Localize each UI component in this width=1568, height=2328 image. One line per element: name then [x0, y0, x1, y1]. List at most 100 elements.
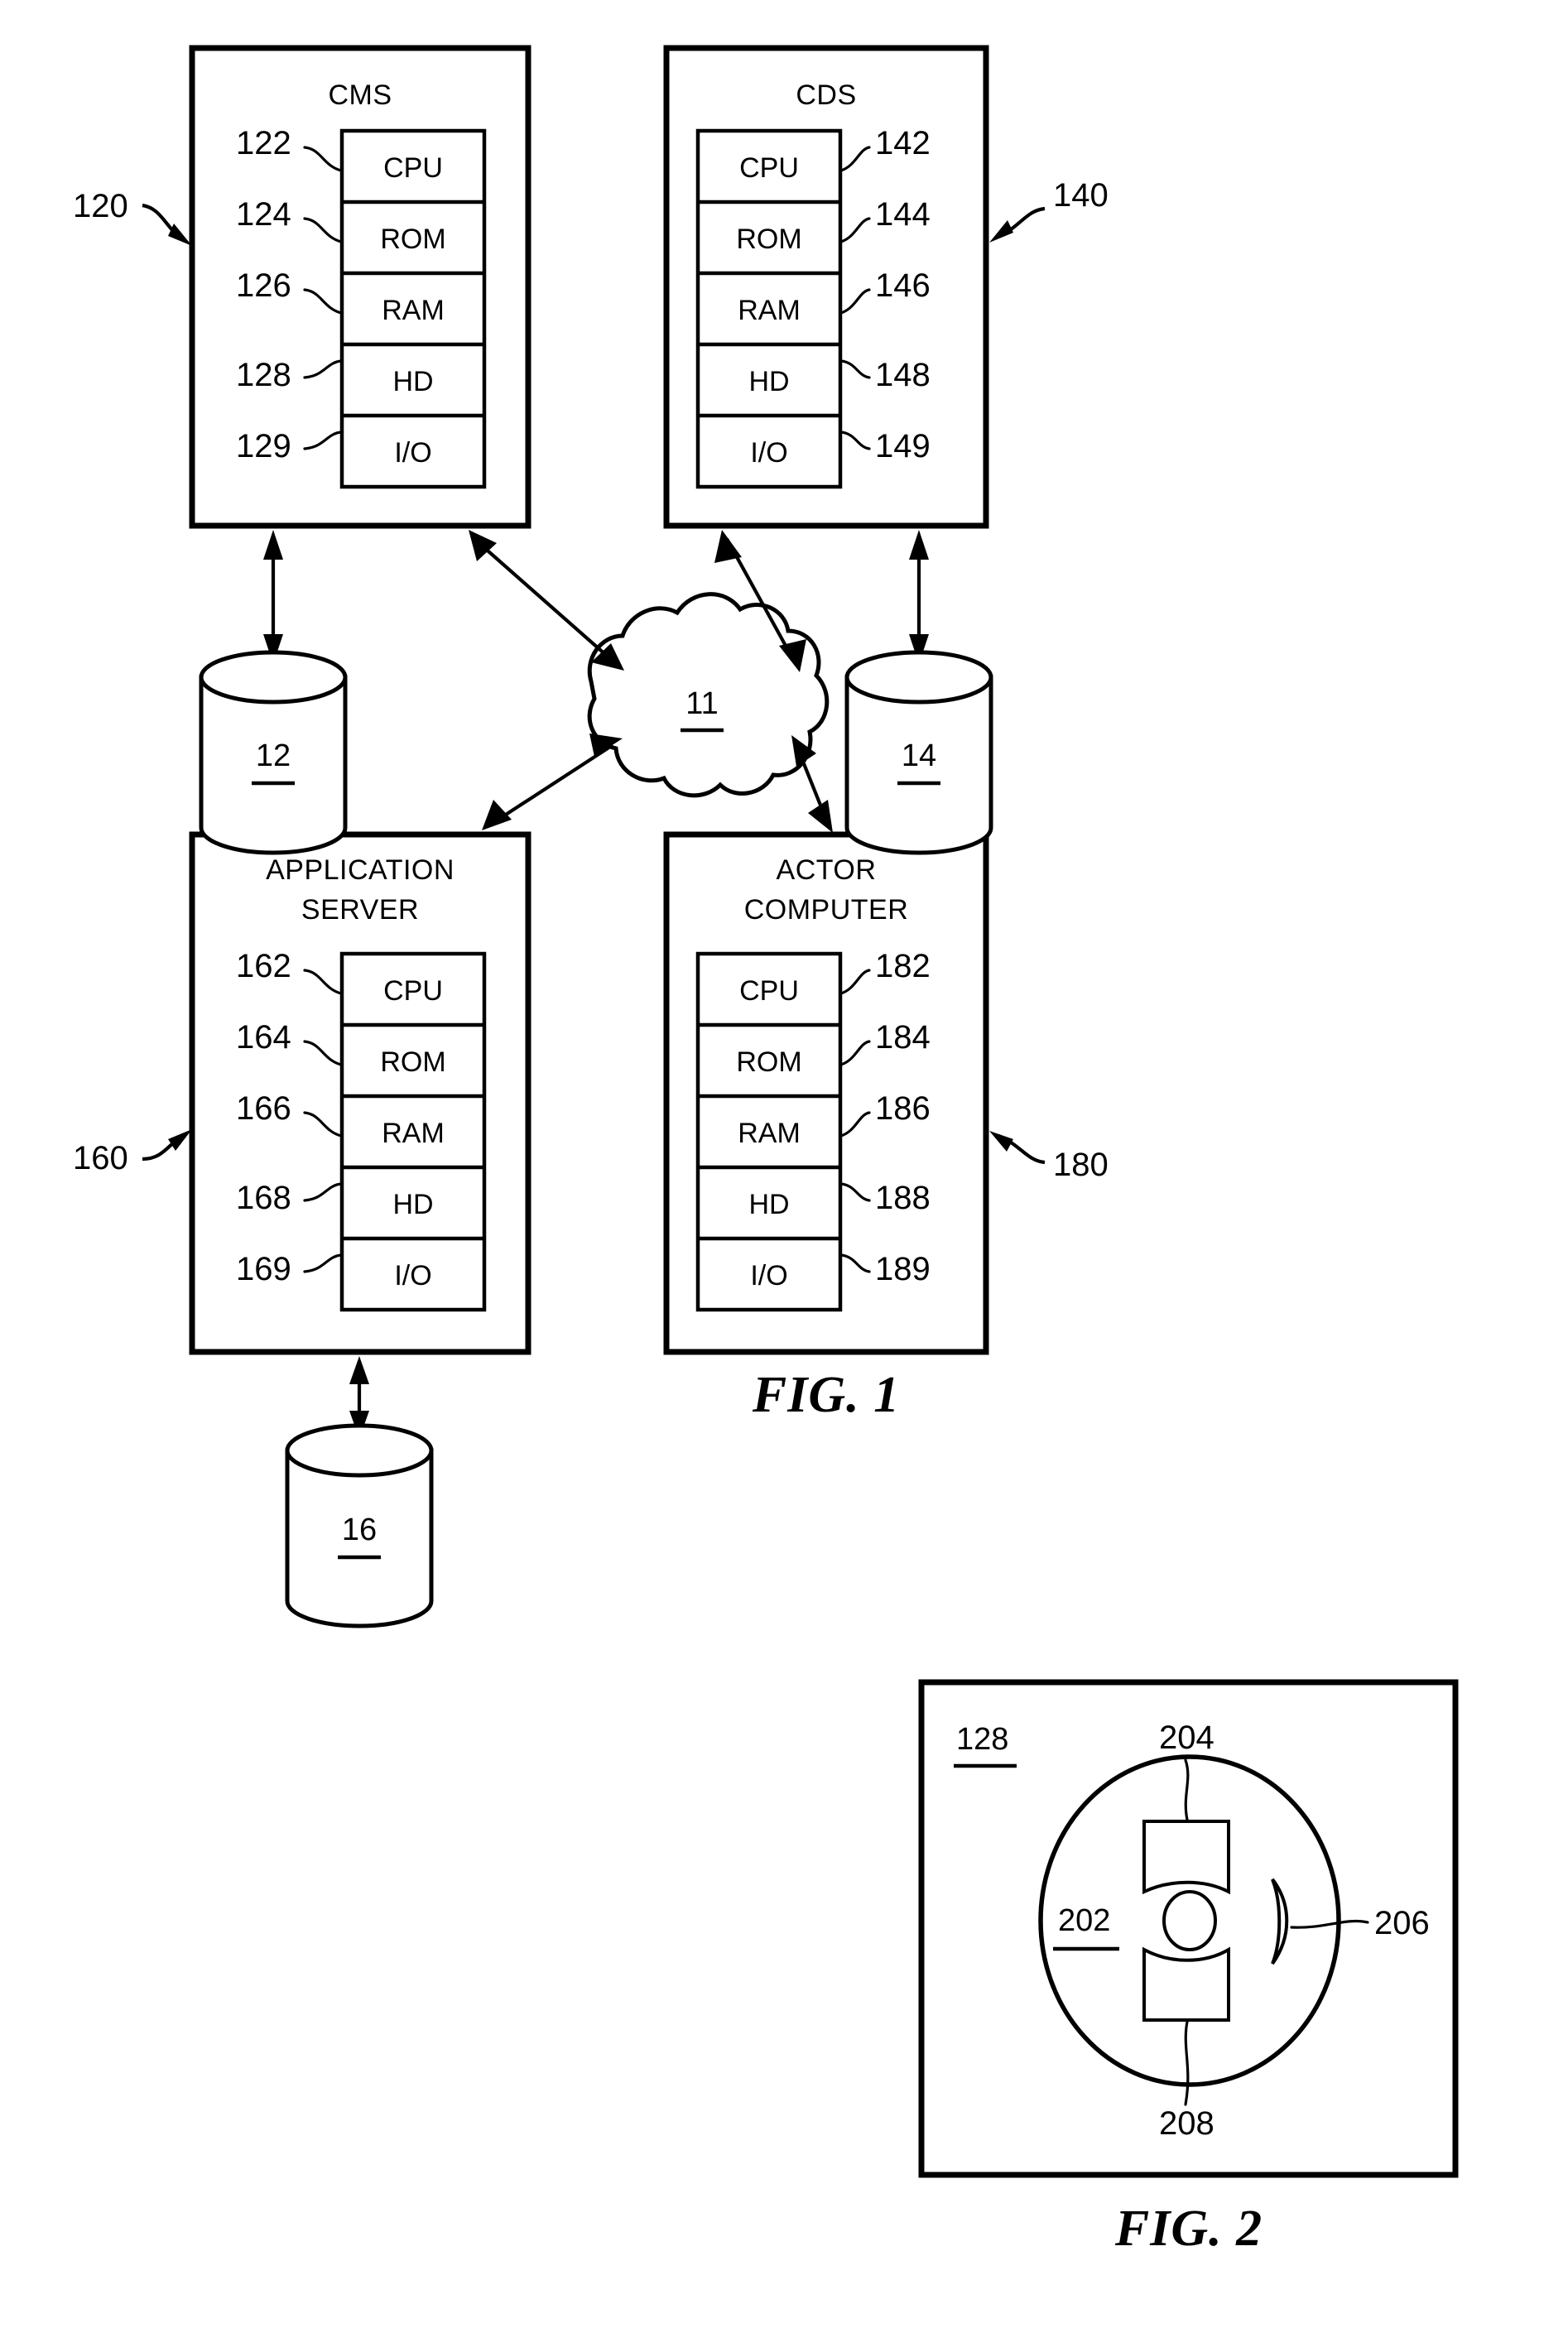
as-leader-169 — [303, 1253, 343, 1273]
cms-ref-120: 120 — [73, 188, 128, 224]
cms-ref-129: 129 — [236, 428, 291, 464]
cms-ref-128: 128 — [236, 357, 291, 393]
cms-leader-124 — [303, 217, 343, 243]
figure-2-caption: FIG. 2 — [1114, 2201, 1263, 2257]
cds-row-cpu-label: CPU — [739, 152, 799, 184]
ac-row-hd-label: HD — [748, 1189, 789, 1220]
ac-row-ram-label: RAM — [738, 1118, 801, 1149]
cms-row-ram-label: RAM — [382, 295, 445, 326]
actor-computer-title-line-2: COMPUTER — [744, 894, 909, 926]
cms-database-top — [199, 650, 348, 705]
ac-ref-182: 182 — [875, 948, 931, 984]
cds-row-io-label: I/O — [750, 437, 787, 469]
cms-row-rom-label: ROM — [380, 224, 445, 255]
as-database-link-arrow-up — [349, 1356, 369, 1384]
ac-ref-186: 186 — [875, 1090, 931, 1127]
cms-leader-128 — [303, 359, 343, 379]
as-row-ram-label: RAM — [382, 1118, 445, 1149]
cds-database-ref-14: 14 — [902, 738, 936, 773]
cds-ref-144: 144 — [875, 196, 931, 233]
disk-lower-sector[interactable] — [1142, 1946, 1230, 2022]
as-ref-164: 164 — [236, 1019, 291, 1056]
cms-leader-122 — [303, 146, 343, 172]
cms-title: CMS — [328, 79, 392, 111]
cds-leader-149 — [839, 430, 871, 450]
cds-database-link-arrow-up — [909, 530, 929, 560]
ac-leader-188 — [839, 1182, 871, 1202]
ac-leader-184 — [839, 1040, 871, 1066]
figure-2-enclosure-ref-128: 128 — [956, 1722, 1008, 1757]
ac-row-rom-label: ROM — [736, 1046, 801, 1078]
ac-leader-189 — [839, 1253, 871, 1273]
as-row-hd-label: HD — [392, 1189, 433, 1220]
connector-as-cloud — [490, 743, 614, 825]
cms-row-hd-label: HD — [392, 366, 433, 397]
cds-ref-140: 140 — [1053, 177, 1109, 214]
cms-leader-126 — [303, 288, 343, 315]
cds-title: CDS — [796, 79, 856, 111]
as-ref-168: 168 — [236, 1180, 291, 1216]
cds-ref-148: 148 — [875, 357, 931, 393]
cms-ref-126: 126 — [236, 267, 291, 304]
disk-read-write-head-ref-206: 206 — [1374, 1905, 1430, 1941]
disk-platter-ref-202: 202 — [1058, 1903, 1110, 1938]
cds-leader-146 — [839, 288, 871, 315]
as-leader-168 — [303, 1182, 343, 1202]
as-ref-169: 169 — [236, 1251, 291, 1287]
cds-ref-149: 149 — [875, 428, 931, 464]
application-server-database[interactable]: 16 — [285, 1356, 434, 1628]
cds-leader-140-arrowhead — [989, 220, 1013, 243]
as-row-rom-label: ROM — [380, 1046, 445, 1078]
cms-row-cpu-label: CPU — [383, 152, 443, 184]
as-ref-166: 166 — [236, 1090, 291, 1127]
disk-upper-sector[interactable] — [1142, 1820, 1230, 1895]
ac-ref-184: 184 — [875, 1019, 931, 1056]
application-server-title-line-1: APPLICATION — [266, 854, 455, 886]
cms-leader-129 — [303, 430, 343, 450]
connector-ac-cloud-arrowhead-down — [808, 800, 833, 833]
cms-database[interactable]: 12 — [199, 530, 348, 855]
block-actor-computer[interactable]: ACTOR COMPUTER CPU ROM RAM HD I/O 182 18… — [663, 831, 1109, 1355]
as-leader-160-arrowhead — [168, 1129, 192, 1151]
network-cloud[interactable]: 11 — [587, 592, 830, 798]
cds-leader-144 — [839, 217, 871, 243]
as-leader-162 — [303, 969, 343, 995]
ac-leader-186 — [839, 1111, 871, 1138]
cms-database-ref-12: 12 — [256, 738, 291, 773]
cds-outer-rect — [663, 45, 989, 529]
ac-leader-182 — [839, 969, 871, 995]
ac-row-io-label: I/O — [750, 1260, 787, 1291]
as-row-io-label: I/O — [394, 1260, 431, 1291]
cloud-ref-11: 11 — [685, 686, 718, 721]
connector-cds-cloud-arrowhead-up — [714, 530, 742, 563]
ac-ref-189: 189 — [875, 1251, 931, 1287]
cds-row-ram-label: RAM — [738, 295, 801, 326]
as-database-ref-16: 16 — [342, 1513, 377, 1547]
connector-as-cloud-arrowhead-down — [482, 800, 512, 830]
cds-database-top — [844, 650, 993, 705]
cms-ref-122: 122 — [236, 125, 291, 161]
actor-computer-title-line-1: ACTOR — [777, 854, 877, 886]
block-application-server[interactable]: APPLICATION SERVER CPU ROM RAM HD I/O 16… — [73, 831, 531, 1355]
cds-row-hd-label: HD — [748, 366, 789, 397]
patent-drawing-page: CMS CPU ROM RAM HD I/O 122 124 126 128 1… — [0, 0, 1568, 2328]
application-server-title-line-2: SERVER — [301, 894, 419, 926]
block-cds[interactable]: CDS CPU ROM RAM HD I/O 142 144 146 148 1… — [663, 45, 1109, 529]
cds-ref-146: 146 — [875, 267, 931, 304]
connector-cms-cloud — [473, 537, 616, 664]
ac-ref-180: 180 — [1053, 1147, 1109, 1183]
cds-ref-142: 142 — [875, 125, 931, 161]
figure-2-group: 128 202 204 206 208 FIG. 2 — [918, 1679, 1459, 2257]
as-ref-162: 162 — [236, 948, 291, 984]
cms-row-io-label: I/O — [394, 437, 431, 469]
disk-lower-sector-ref-208: 208 — [1159, 2105, 1214, 2142]
as-leader-166 — [303, 1111, 343, 1138]
cds-database[interactable]: 14 — [844, 530, 993, 855]
ac-leader-180-arrowhead — [989, 1131, 1013, 1152]
cds-row-rom-label: ROM — [736, 224, 801, 255]
as-leader-164 — [303, 1040, 343, 1066]
as-ref-160: 160 — [73, 1140, 128, 1176]
ac-ref-188: 188 — [875, 1180, 931, 1216]
cds-leader-142 — [839, 146, 871, 172]
block-cms[interactable]: CMS CPU ROM RAM HD I/O 122 124 126 128 1… — [73, 45, 531, 529]
